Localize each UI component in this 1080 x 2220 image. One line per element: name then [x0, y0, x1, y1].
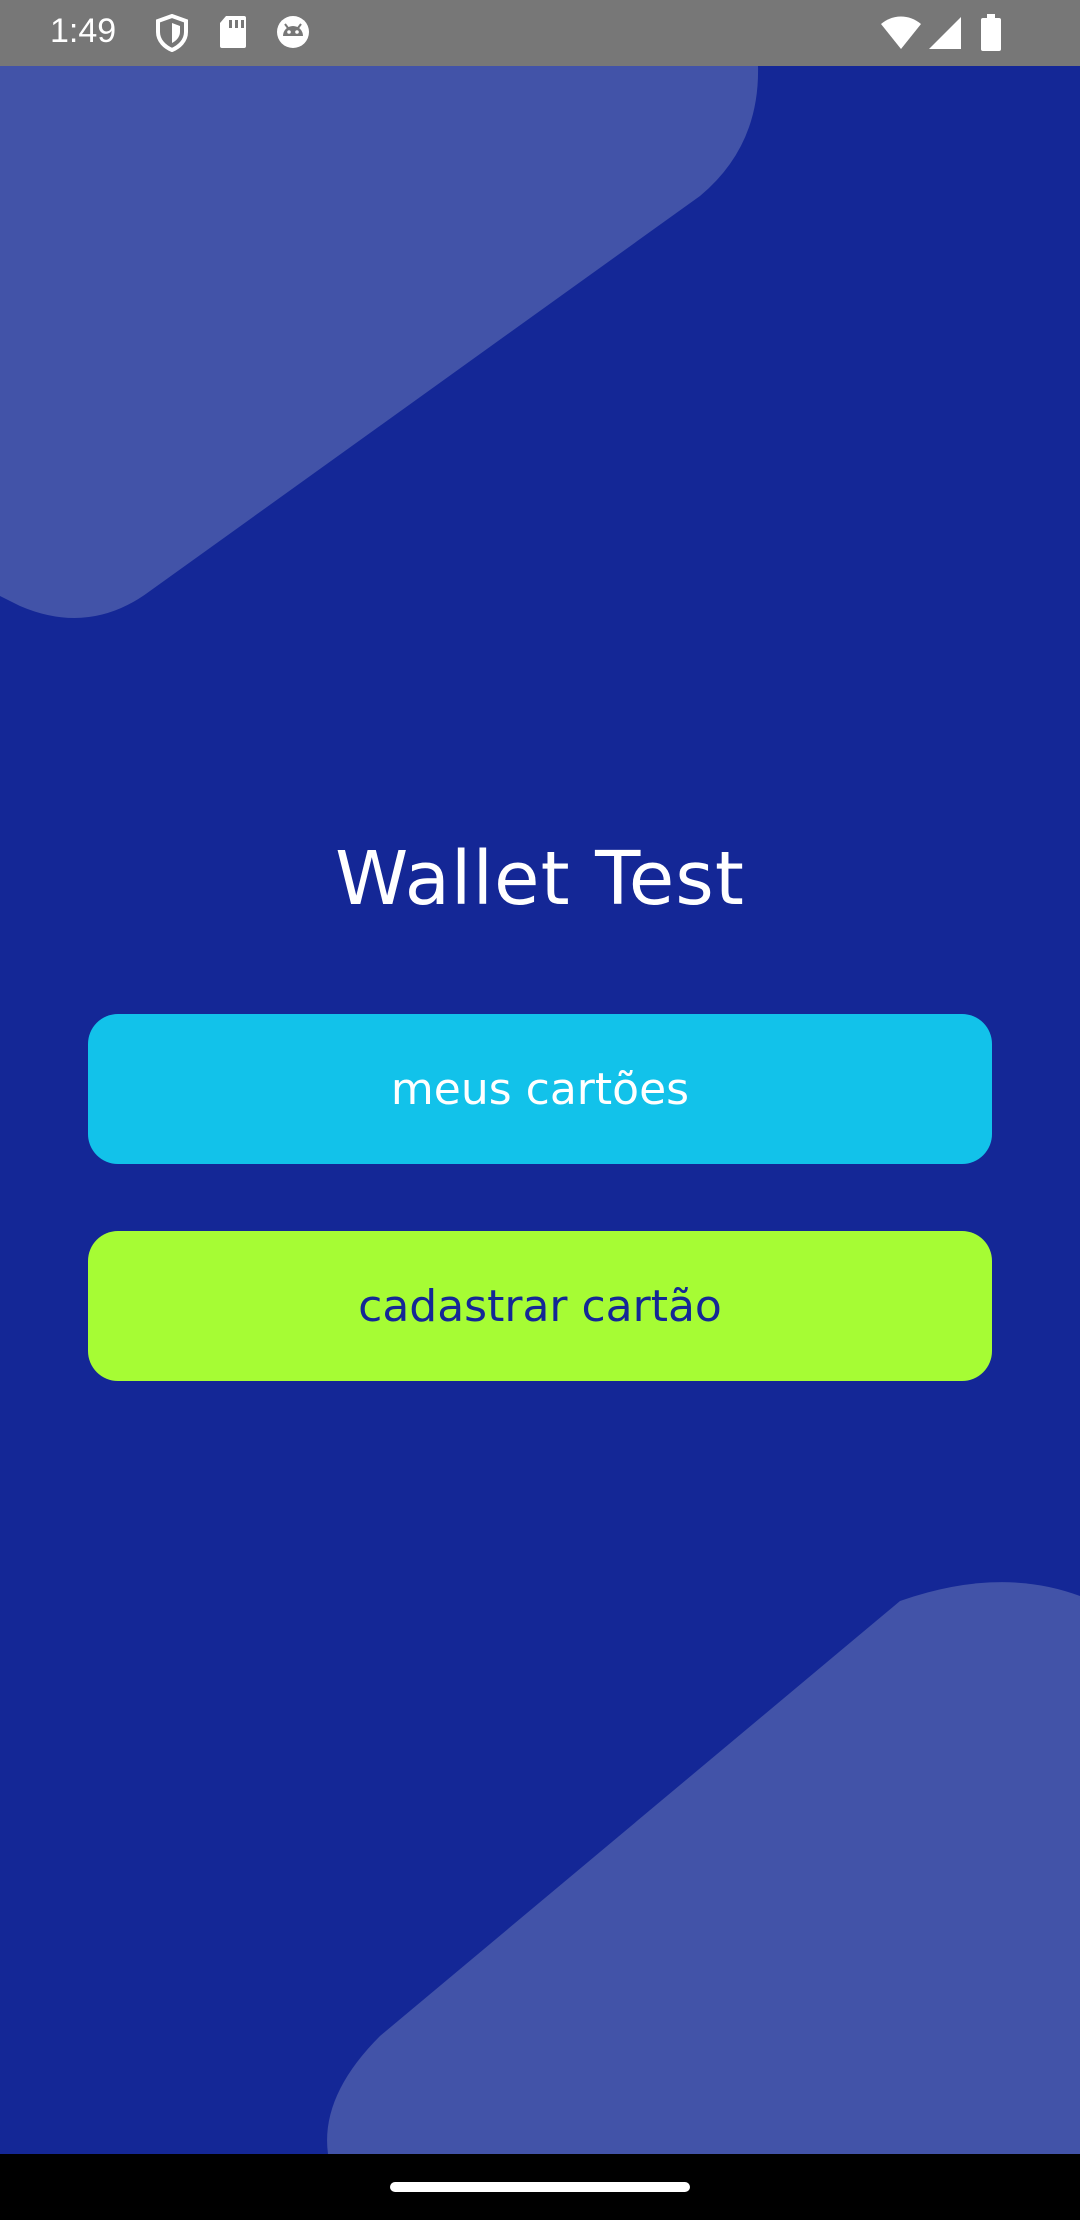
status-time: 1:49 [50, 12, 117, 50]
battery-icon [980, 14, 1002, 56]
decor-shape-bottom [327, 1582, 1080, 2154]
shield-icon [155, 13, 189, 56]
my-cards-button[interactable]: meus cartões [88, 1014, 992, 1164]
cell-signal-icon [928, 16, 962, 54]
status-bar: 1:49 [0, 0, 1080, 66]
app-title: Wallet Test [335, 836, 745, 922]
decor-shape-top [0, 66, 759, 618]
sd-card-icon [218, 14, 248, 54]
register-card-button[interactable]: cadastrar cartão [88, 1231, 992, 1381]
app-screen: Wallet Test meus cartões cadastrar cartã… [0, 66, 1080, 2154]
home-indicator[interactable] [390, 2182, 690, 2192]
navigation-bar [0, 2154, 1080, 2220]
android-debug-icon [275, 14, 311, 54]
wifi-icon [880, 16, 922, 54]
